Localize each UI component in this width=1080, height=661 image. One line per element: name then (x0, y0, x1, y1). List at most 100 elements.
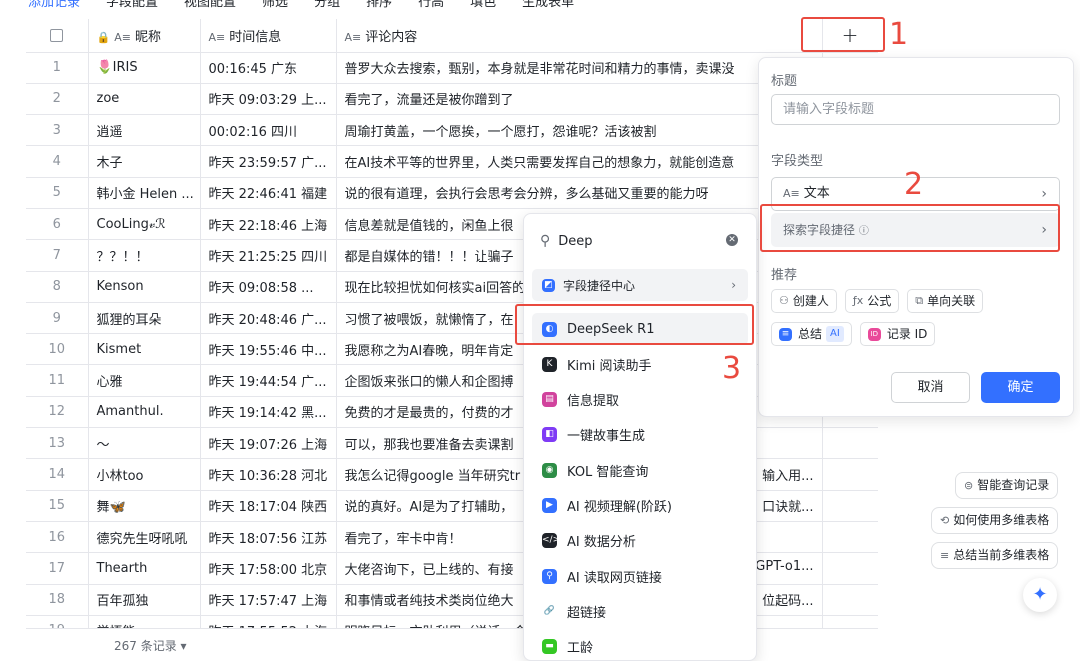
cell-comment[interactable]: 在AI技术平等的世界里，人类只需要发挥自己的想象力，就能创造意 (336, 146, 822, 177)
cell-time[interactable]: 昨天 19:14:42 黑... (200, 396, 336, 427)
shortcut-item[interactable]: KKimi 阅读助手 (532, 348, 748, 380)
row-number[interactable]: 14 (26, 459, 88, 490)
shortcut-item[interactable]: ◉KOL 智能查询 (532, 454, 748, 486)
shortcut-item[interactable]: ⚲AI 读取网页链接 (532, 560, 748, 592)
smart-query-button[interactable]: ⊜智能查询记录 (955, 472, 1058, 499)
row-number[interactable]: 1 (26, 52, 88, 83)
row-number[interactable]: 13 (26, 428, 88, 459)
cell-empty[interactable] (822, 459, 878, 490)
table-row[interactable]: 5韩小金 Helen ...昨天 22:46:41 福建说的很有道理，会执行会思… (26, 177, 878, 208)
cell-name[interactable]: Kenson (88, 271, 200, 302)
field-title-input[interactable]: 请输入字段标题 (771, 94, 1060, 125)
select-all-checkbox[interactable] (50, 29, 63, 42)
cell-name[interactable]: Kismet (88, 334, 200, 365)
cell-name[interactable]: 木子 (88, 146, 200, 177)
toolbar-item[interactable]: 添加记录 (28, 0, 80, 10)
toolbar-item[interactable]: 视图配置 (184, 0, 236, 10)
cell-empty[interactable] (822, 490, 878, 521)
cell-name[interactable]: 百年孤独 (88, 584, 200, 615)
cell-comment[interactable]: 说的很有道理，会执行会思考会分辨，多么基础又重要的能力呀 (336, 177, 822, 208)
cell-comment[interactable]: 周瑜打黄盖，一个愿挨，一个愿打，怨谁呢？活该被割 (336, 115, 822, 146)
cell-comment[interactable]: 看完了，流量还是被你蹭到了 (336, 83, 822, 114)
cell-time[interactable]: 昨天 20:48:46 广... (200, 302, 336, 333)
cell-empty[interactable] (822, 521, 878, 552)
row-number[interactable]: 12 (26, 396, 88, 427)
cell-time[interactable]: 昨天 19:55:46 中... (200, 334, 336, 365)
cell-name[interactable]: ？？！！ (88, 240, 200, 271)
record-count[interactable]: 267 条记录 ▾ (114, 637, 187, 654)
table-row[interactable]: 2zoe昨天 09:03:29 上...看完了，流量还是被你蹭到了 (26, 83, 878, 114)
shortcut-item[interactable]: ▬工龄 (532, 631, 748, 661)
cell-name[interactable]: 韩小金 Helen ... (88, 177, 200, 208)
cell-name[interactable]: 🌷IRIS (88, 52, 200, 83)
table-row[interactable]: 4木子昨天 23:59:57 广...在AI技术平等的世界里，人类只需要发挥自己… (26, 146, 878, 177)
row-number[interactable]: 9 (26, 302, 88, 333)
toolbar-item[interactable]: 分组 (314, 0, 340, 10)
row-number[interactable]: 16 (26, 521, 88, 552)
toolbar-item[interactable]: 填色 (470, 0, 496, 10)
cell-time[interactable]: 昨天 23:59:57 广... (200, 146, 336, 177)
row-number[interactable]: 7 (26, 240, 88, 271)
toolbar-item[interactable]: 生成表单 (522, 0, 574, 10)
cell-time[interactable]: 昨天 18:07:56 江苏 (200, 521, 336, 552)
row-number[interactable]: 17 (26, 553, 88, 584)
cell-empty[interactable] (822, 584, 878, 615)
chip-creator[interactable]: ⚇创建人 (771, 289, 837, 313)
column-header-time[interactable]: A≡时间信息 (200, 19, 336, 52)
cell-time[interactable]: 昨天 22:46:41 福建 (200, 177, 336, 208)
cell-name[interactable]: Thearth (88, 553, 200, 584)
cell-time[interactable]: 昨天 19:44:54 广... (200, 365, 336, 396)
cell-name[interactable]: Amanthul. (88, 396, 200, 427)
cell-name[interactable]: 德究先生呀吼吼 (88, 521, 200, 552)
cell-time[interactable]: 昨天 19:07:26 上海 (200, 428, 336, 459)
confirm-button[interactable]: 确定 (981, 372, 1060, 403)
row-number[interactable]: 18 (26, 584, 88, 615)
cell-empty[interactable] (822, 428, 878, 459)
cell-time[interactable]: 昨天 09:08:58 ... (200, 271, 336, 302)
column-header-name[interactable]: 🔒A≡昵称 (88, 19, 200, 52)
table-row[interactable]: 3逍遥00:02:16 四川周瑜打黄盖，一个愿挨，一个愿打，怨谁呢？活该被割 (26, 115, 878, 146)
cell-empty[interactable] (822, 553, 878, 584)
row-number[interactable]: 6 (26, 208, 88, 239)
toolbar-item[interactable]: 排序 (366, 0, 392, 10)
chip-formula[interactable]: ƒx公式 (845, 289, 899, 313)
chip-summary[interactable]: ≡总结AI (771, 322, 852, 346)
shortcut-item[interactable]: ▤信息提取 (532, 384, 748, 416)
chip-link[interactable]: ⧉单向关联 (907, 289, 983, 313)
how-to-use-button[interactable]: ⟲如何使用多维表格 (931, 507, 1058, 534)
clear-icon[interactable]: ✕ (726, 234, 738, 246)
cancel-button[interactable]: 取消 (891, 372, 970, 403)
cell-name[interactable]: 舞🦋 (88, 490, 200, 521)
toolbar-item[interactable]: 字段配置 (106, 0, 158, 10)
cell-time[interactable]: 昨天 17:58:00 北京 (200, 553, 336, 584)
cell-time[interactable]: 昨天 22:18:46 上海 (200, 208, 336, 239)
toolbar-item[interactable]: 筛选 (262, 0, 288, 10)
row-number[interactable]: 4 (26, 146, 88, 177)
cell-name[interactable]: 小林too (88, 459, 200, 490)
cell-time[interactable]: 昨天 10:36:28 河北 (200, 459, 336, 490)
cell-name[interactable]: zoe (88, 83, 200, 114)
row-number[interactable]: 8 (26, 271, 88, 302)
row-number[interactable]: 2 (26, 83, 88, 114)
cell-time[interactable]: 00:16:45 广东 (200, 52, 336, 83)
row-number[interactable]: 11 (26, 365, 88, 396)
row-number[interactable]: 15 (26, 490, 88, 521)
shortcut-item[interactable]: ◧一键故事生成 (532, 419, 748, 451)
column-header-comment[interactable]: A≡评论内容 (336, 19, 822, 52)
ai-assistant-button[interactable]: ✦ (1023, 578, 1057, 612)
table-row[interactable]: 1🌷IRIS00:16:45 广东普罗大众去搜索，甄别，本身就是非常花时间和精力… (26, 52, 878, 83)
shortcut-search-input[interactable]: ⚲ Deep ✕ (532, 224, 748, 258)
shortcut-item[interactable]: ▶AI 视频理解(阶跃) (532, 490, 748, 522)
summarize-button[interactable]: ≡总结当前多维表格 (931, 542, 1058, 569)
cell-name[interactable]: 逍遥 (88, 115, 200, 146)
cell-name[interactable]: 心雅 (88, 365, 200, 396)
select-all-cell[interactable] (26, 19, 88, 52)
cell-comment[interactable]: 普罗大众去搜索，甄别，本身就是非常花时间和精力的事情，卖课没 (336, 52, 822, 83)
row-number[interactable]: 5 (26, 177, 88, 208)
cell-time[interactable]: 00:02:16 四川 (200, 115, 336, 146)
cell-name[interactable]: CooLing𝓋ℛ (88, 208, 200, 239)
row-number[interactable]: 3 (26, 115, 88, 146)
shortcut-center-link[interactable]: ◩ 字段捷径中心 › (532, 269, 748, 301)
shortcut-item[interactable]: </>AI 数据分析 (532, 525, 748, 557)
chip-record-id[interactable]: ID记录 ID (860, 322, 936, 346)
